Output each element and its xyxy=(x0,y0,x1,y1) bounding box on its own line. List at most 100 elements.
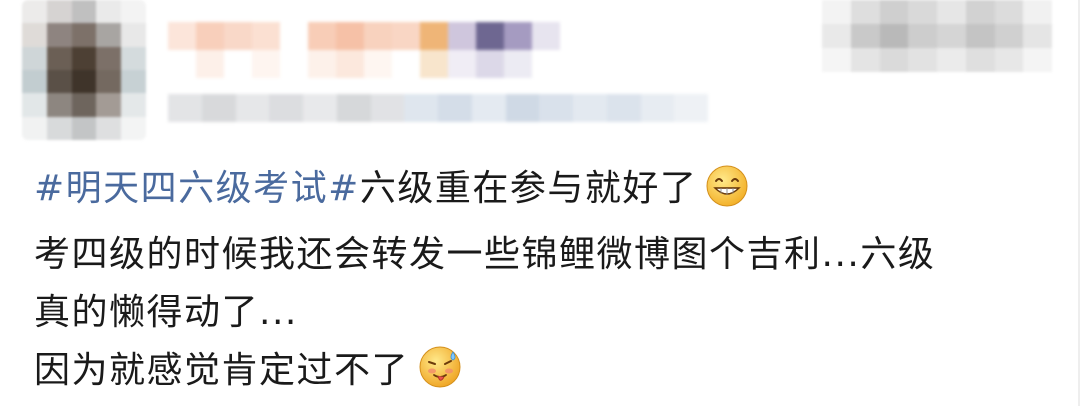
mosaic-cell xyxy=(71,46,97,70)
mosaic-cell xyxy=(224,50,252,78)
mosaic-cell xyxy=(908,0,937,24)
post-line-3: 真的懒得动了... xyxy=(34,292,298,333)
mosaic-cell xyxy=(1023,48,1052,72)
mosaic-cell xyxy=(879,0,909,24)
post-meta-censored xyxy=(168,94,708,122)
mosaic-cell xyxy=(965,48,995,72)
mosaic-cell xyxy=(370,94,405,122)
mosaic-cell xyxy=(168,94,202,122)
mosaic-cell xyxy=(392,22,420,50)
mosaic-cell xyxy=(196,22,224,50)
mosaic-cell xyxy=(505,94,540,122)
mosaic-cell xyxy=(937,24,966,48)
mosaic-cell xyxy=(235,94,270,122)
post-line-1: #明天四六级考试#六级重在参与就好了 xyxy=(34,160,1044,226)
mosaic-cell xyxy=(994,48,1024,72)
mosaic-cell xyxy=(308,22,336,50)
mosaic-cell xyxy=(71,0,97,24)
mosaic-cell xyxy=(1023,0,1052,24)
mosaic-cell xyxy=(168,22,196,50)
mosaic-cell xyxy=(71,23,97,47)
mosaic-cell xyxy=(303,94,337,122)
mosaic-cell xyxy=(364,50,392,78)
username-censored[interactable] xyxy=(168,22,560,78)
mosaic-cell xyxy=(252,50,280,78)
mosaic-cell xyxy=(22,116,47,140)
mosaic-cell xyxy=(168,50,196,78)
mosaic-cell xyxy=(879,24,909,48)
mosaic-cell xyxy=(822,24,851,48)
mosaic-cell xyxy=(252,22,280,50)
mosaic-cell xyxy=(364,22,392,50)
mosaic-cell xyxy=(22,46,47,70)
mosaic-cell xyxy=(336,94,371,122)
mosaic-cell xyxy=(448,50,476,78)
mosaic-cell xyxy=(879,48,909,72)
mosaic-cell xyxy=(336,22,364,50)
mosaic-cell xyxy=(71,70,97,94)
mosaic-cell xyxy=(822,0,851,24)
mosaic-cell xyxy=(392,50,420,78)
mosaic-cell xyxy=(46,0,72,24)
mosaic-cell xyxy=(96,70,122,94)
mosaic-cell xyxy=(908,24,937,48)
mosaic-cell xyxy=(336,50,364,78)
weibo-post-card: #明天四六级考试#六级重在参与就好了 考四级的时候我还会转发一些锦鲤微博图个吉利… xyxy=(0,0,1080,406)
mosaic-cell xyxy=(1023,24,1052,48)
mosaic-cell xyxy=(965,24,995,48)
mosaic-cell xyxy=(850,24,880,48)
mosaic-cell xyxy=(224,22,252,50)
post-text: #明天四六级考试#六级重在参与就好了 考四级的时候我还会转发一些锦鲤微博图个吉利… xyxy=(34,160,1044,406)
mosaic-cell xyxy=(504,50,532,78)
mosaic-cell xyxy=(280,50,308,78)
mosaic-cell xyxy=(937,0,966,24)
mosaic-cell xyxy=(46,93,72,117)
post-line-4: 因为就感觉肯定过不了 xyxy=(34,342,1044,406)
mosaic-cell xyxy=(96,93,122,117)
sweat-tongue-emoji-icon xyxy=(417,344,463,406)
mosaic-cell xyxy=(96,116,122,140)
mosaic-cell xyxy=(22,93,47,117)
mosaic-cell xyxy=(573,94,607,122)
mosaic-cell xyxy=(71,93,97,117)
mosaic-cell xyxy=(965,0,995,24)
mosaic-cell xyxy=(121,0,146,24)
mosaic-cell xyxy=(606,94,641,122)
hashtag-link[interactable]: #明天四六级考试# xyxy=(34,168,360,209)
mosaic-cell xyxy=(471,94,506,122)
mosaic-cell xyxy=(22,70,47,94)
mosaic-cell xyxy=(46,46,72,70)
mosaic-cell xyxy=(96,23,122,47)
mosaic-cell xyxy=(850,0,880,24)
mosaic-cell xyxy=(46,70,72,94)
mosaic-cell xyxy=(46,23,72,47)
post-line-1-text: 六级重在参与就好了 xyxy=(359,168,698,209)
mosaic-cell xyxy=(674,94,708,122)
mosaic-cell xyxy=(850,48,880,72)
mosaic-cell xyxy=(420,50,448,78)
mosaic-cell xyxy=(201,94,236,122)
mosaic-cell xyxy=(908,48,937,72)
post-line-4-text: 因为就感觉肯定过不了 xyxy=(34,350,410,391)
mosaic-cell xyxy=(121,46,146,70)
mosaic-cell xyxy=(476,50,504,78)
follow-button-censored[interactable] xyxy=(822,0,1052,72)
mosaic-cell xyxy=(121,116,146,140)
mosaic-cell xyxy=(532,22,560,50)
mosaic-cell xyxy=(937,48,966,72)
mosaic-cell xyxy=(196,50,224,78)
mosaic-cell xyxy=(121,93,146,117)
mosaic-cell xyxy=(308,50,336,78)
mosaic-cell xyxy=(532,50,560,78)
avatar[interactable] xyxy=(22,0,146,140)
mosaic-cell xyxy=(994,24,1024,48)
mosaic-cell xyxy=(96,46,122,70)
mosaic-cell xyxy=(822,48,851,72)
mosaic-cell xyxy=(438,94,472,122)
mosaic-cell xyxy=(476,22,504,50)
mosaic-cell xyxy=(269,94,303,122)
mosaic-cell xyxy=(96,0,122,24)
mosaic-cell xyxy=(71,116,97,140)
mosaic-cell xyxy=(640,94,675,122)
mosaic-cell xyxy=(22,23,47,47)
